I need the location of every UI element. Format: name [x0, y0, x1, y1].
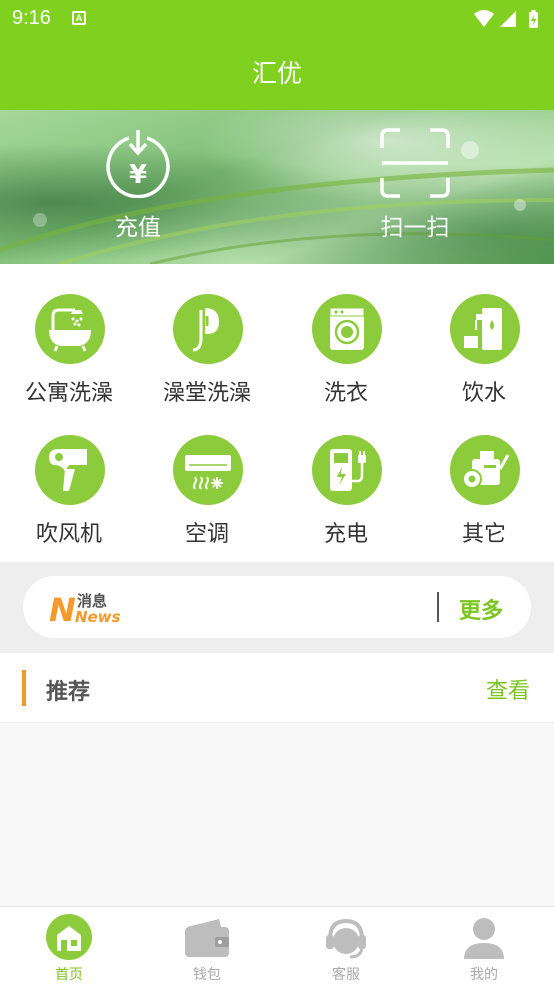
service-label: 澡堂洗澡	[162, 381, 251, 406]
recommend-title: 推荐	[46, 680, 91, 705]
svg-text:N: N	[49, 591, 76, 625]
wallet-icon	[185, 919, 229, 957]
service-laundry[interactable]: 洗衣	[277, 264, 415, 406]
service-charging[interactable]: 充电	[277, 405, 415, 547]
tab-label: 钱包	[193, 967, 221, 983]
headset-icon	[326, 918, 366, 959]
service-drinking-water[interactable]: 饮水	[415, 264, 553, 406]
bottom-tab-bar: 首页 钱包 客服 我的	[0, 906, 554, 984]
service-hair-dryer[interactable]: 吹风机	[0, 405, 138, 547]
user-icon	[464, 918, 504, 959]
service-label: 其它	[461, 522, 506, 547]
title-bar: 汇优	[0, 38, 554, 110]
service-label: 吹风机	[35, 522, 102, 547]
scan-button[interactable]: 扫一扫	[360, 128, 470, 242]
news-section: N 消息 News 更多	[0, 562, 554, 653]
scan-label: 扫一扫	[380, 215, 450, 241]
service-public-bath[interactable]: 澡堂洗澡	[138, 264, 276, 406]
service-label: 饮水	[461, 381, 506, 406]
water-dispenser-icon	[450, 294, 520, 364]
tab-label: 客服	[332, 967, 360, 983]
charging-icon	[312, 435, 382, 505]
news-divider	[437, 592, 439, 622]
notification-icon: A	[72, 11, 86, 25]
recommend-header: 推荐 查看	[0, 653, 554, 723]
other-icon	[450, 435, 520, 505]
news-logo-icon: N 消息 News	[49, 591, 121, 625]
air-conditioner-icon	[173, 435, 243, 505]
service-grid: 公寓洗澡 澡堂洗澡 洗衣 饮水 吹风机 空调 充电 其它	[0, 264, 554, 562]
hair-dryer-icon	[35, 435, 105, 505]
shower-icon	[173, 294, 243, 364]
status-icons	[472, 8, 544, 34]
service-air-conditioner[interactable]: 空调	[138, 405, 276, 547]
yuan-symbol: ¥	[129, 160, 147, 190]
recharge-button[interactable]: ¥ 充值	[83, 128, 193, 242]
status-bar: 9:16 A	[0, 0, 554, 38]
service-apartment-bath[interactable]: 公寓洗澡	[0, 264, 138, 406]
recommend-view-link[interactable]: 查看	[486, 673, 530, 705]
home-icon	[46, 914, 92, 960]
service-label: 公寓洗澡	[24, 381, 113, 406]
tab-profile[interactable]: 我的	[415, 907, 553, 984]
recharge-label: 充值	[115, 215, 161, 241]
banner: ¥ 充值 扫一扫	[0, 110, 554, 264]
scan-icon	[380, 128, 450, 198]
recommend-content	[0, 723, 554, 906]
news-more-link[interactable]: 更多	[459, 593, 503, 625]
section-accent	[22, 670, 26, 706]
svg-text:News: News	[75, 608, 121, 625]
tab-label: 我的	[470, 967, 498, 983]
service-other[interactable]: 其它	[415, 405, 553, 547]
page-title: 汇优	[251, 59, 302, 88]
service-label: 充电	[323, 522, 368, 547]
recharge-icon: ¥	[106, 130, 170, 198]
status-time: 9:16	[12, 7, 51, 29]
tab-service[interactable]: 客服	[277, 907, 415, 984]
service-label: 洗衣	[323, 381, 368, 406]
washing-machine-icon	[312, 294, 382, 364]
tab-home[interactable]: 首页	[0, 907, 138, 984]
tab-label: 首页	[55, 967, 83, 983]
service-label: 空调	[184, 522, 229, 547]
battery-icon	[529, 10, 538, 28]
signal-icon	[500, 11, 516, 27]
news-bar[interactable]: N 消息 News 更多	[23, 576, 531, 638]
wifi-icon	[474, 10, 494, 27]
apartment-bath-icon	[35, 294, 105, 364]
tab-wallet[interactable]: 钱包	[138, 907, 276, 984]
